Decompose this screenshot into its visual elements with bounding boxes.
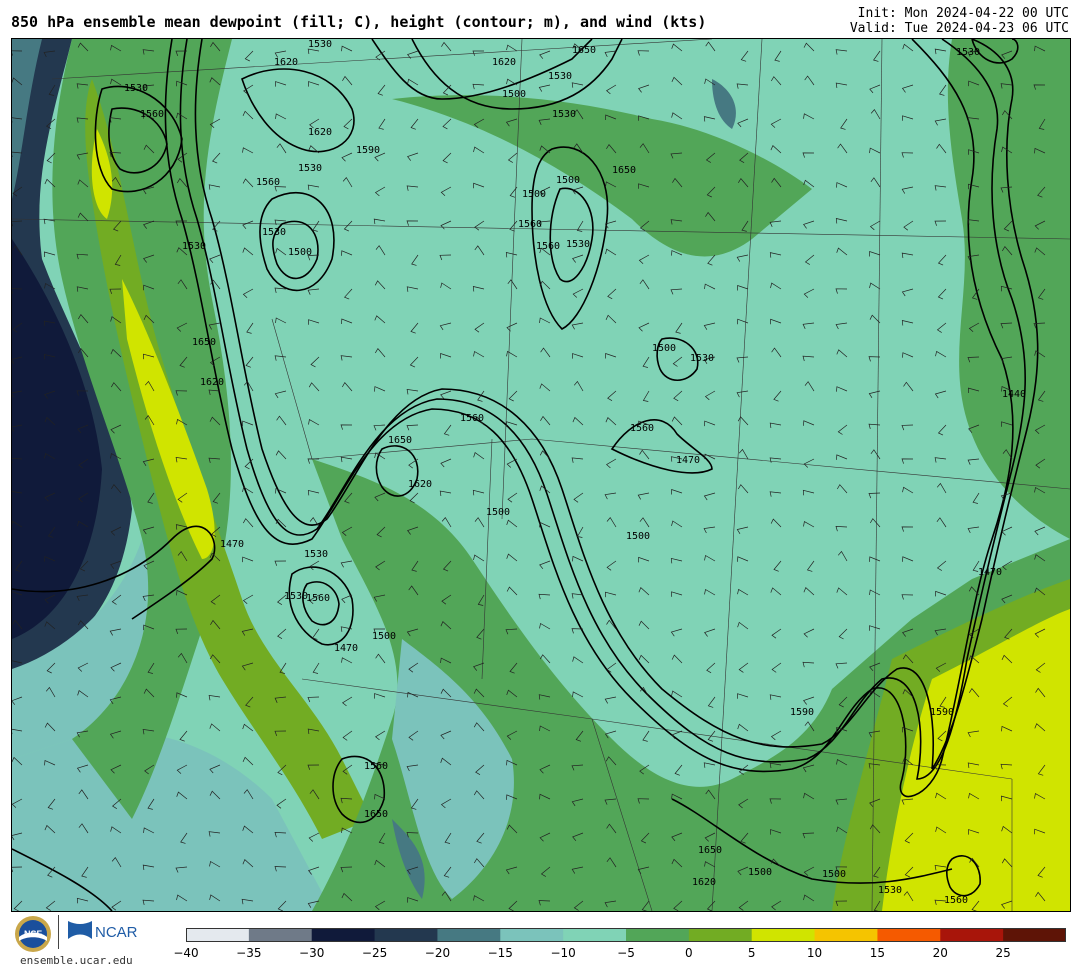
colorbar-tick-label: 20 — [932, 946, 948, 960]
contour-label: 1440 — [1002, 389, 1026, 400]
colorbar-tick-label: −10 — [550, 946, 576, 960]
contour-label: 1560 — [460, 413, 484, 424]
colorbar-tick-label: −20 — [424, 946, 451, 960]
colorbar-swatch — [751, 928, 816, 942]
contour-label: 1530 — [182, 241, 206, 252]
contour-label: 1530 — [878, 885, 902, 896]
contour-label: 1530 — [284, 591, 308, 602]
contour-label: 1620 — [274, 57, 298, 68]
run-times: Init: Mon 2024-04-22 00 UTC Valid: Tue 2… — [850, 6, 1069, 36]
colorbar-tick-label: 15 — [869, 946, 886, 960]
colorbar-tick-label: 0 — [685, 946, 693, 960]
contour-label: 1530 — [548, 71, 572, 82]
contour-label: 1530 — [566, 239, 590, 250]
contour-label: 1500 — [288, 247, 312, 258]
contour-label: 1500 — [748, 867, 772, 878]
colorbar-tick-label: −35 — [236, 946, 262, 960]
forecast-map[interactable]: 1530 1560 1620 1530 1560 1530 1590 1620 1500 1530… — [11, 38, 1071, 912]
contour-label: 1500 — [556, 175, 580, 186]
colorbar-swatch — [437, 928, 501, 942]
site-url[interactable]: ensemble.ucar.edu — [20, 954, 133, 967]
contour-label: 1530 — [124, 83, 148, 94]
contour-label: 1590 — [790, 707, 814, 718]
contour-label: 1650 — [612, 165, 636, 176]
contour-label: 1530 — [956, 47, 980, 58]
colorbar-swatch — [186, 928, 250, 942]
contour-label: 1620 — [692, 877, 716, 888]
nsf-logo: NSF — [15, 916, 51, 952]
contour-label: 1500 — [822, 869, 846, 880]
colorbar-swatch — [374, 928, 438, 942]
contour-label: 1560 — [306, 593, 330, 604]
contour-label: 1590 — [930, 707, 954, 718]
colorbar-tick-label: −40 — [173, 946, 199, 960]
contour-label: 1620 — [408, 479, 432, 490]
contour-label: 1650 — [698, 845, 722, 856]
contour-label: 1500 — [626, 531, 650, 542]
contour-label: 1560 — [140, 109, 164, 120]
contour-label: 1620 — [492, 57, 516, 68]
contour-label: 1530 — [308, 39, 332, 50]
contour-label: 1650 — [364, 809, 388, 820]
colorbar-swatch — [500, 928, 564, 942]
colorbar-tick-label: −5 — [617, 946, 635, 960]
valid-time: Valid: Tue 2024-04-23 06 UTC — [849, 21, 1069, 36]
colorbar-tick-label: −30 — [299, 946, 325, 960]
contour-label: 1470 — [978, 567, 1002, 578]
colorbar-swatch — [563, 928, 627, 942]
colorbar-swatch — [248, 928, 313, 942]
contour-label: 1530 — [552, 109, 576, 120]
contour-label: 1530 — [304, 549, 328, 560]
contour-label: 1470 — [334, 643, 358, 654]
contour-label: 1500 — [652, 343, 676, 354]
contour-label: 1500 — [486, 507, 510, 518]
contour-label: 1470 — [676, 455, 700, 466]
map-canvas: 1530156016201530156015301590162015001530… — [12, 39, 1070, 911]
colorbar-tick-label: −15 — [487, 946, 513, 960]
contour-label: 1500 — [372, 631, 396, 642]
colorbar-tick-label: 25 — [995, 946, 1011, 960]
colorbar-tick-label: 5 — [747, 946, 756, 960]
contour-label: 1650 — [572, 45, 596, 56]
contour-label: 1650 — [388, 435, 412, 446]
contour-label: 1620 — [200, 377, 224, 388]
contour-label: 1560 — [518, 219, 542, 230]
contour-label: 1560 — [256, 177, 280, 188]
colorbar-tick-label: 10 — [806, 946, 823, 960]
contour-label: 1470 — [220, 539, 244, 550]
colorbar-swatch — [311, 928, 376, 942]
colorbar-tick-label: −25 — [361, 946, 388, 960]
init-time: Init: Mon 2024-04-22 00 UTC — [857, 6, 1069, 21]
contour-label: 1530 — [298, 163, 322, 174]
contour-label: 1560 — [944, 895, 968, 906]
colorbar-swatch — [1003, 928, 1066, 942]
map-title: 850 hPa ensemble mean dewpoint (fill; C)… — [11, 13, 707, 31]
colorbar-swatch — [877, 928, 941, 942]
contour-label: 1560 — [364, 761, 388, 772]
contour-label: 1560 — [536, 241, 560, 252]
colorbar-swatch — [940, 928, 1004, 942]
contour-label: 1560 — [630, 423, 654, 434]
nsf-logo-text: NSF — [24, 929, 43, 939]
colorbar-swatch — [688, 928, 753, 942]
colorbar-swatch — [626, 928, 690, 942]
logo-divider — [58, 915, 59, 949]
contour-label: 1530 — [690, 353, 714, 364]
ncar-logo: NCAR — [68, 921, 138, 941]
ncar-logo-text: NCAR — [95, 924, 138, 941]
colorbar-swatch — [814, 928, 878, 942]
contour-label: 1500 — [502, 89, 526, 100]
contour-label: 1620 — [308, 127, 332, 138]
contour-label: 1500 — [522, 189, 546, 200]
contour-label: 1530 — [262, 227, 286, 238]
colorbar — [186, 928, 1066, 942]
contour-label: 1650 — [192, 337, 216, 348]
contour-label: 1590 — [356, 145, 380, 156]
